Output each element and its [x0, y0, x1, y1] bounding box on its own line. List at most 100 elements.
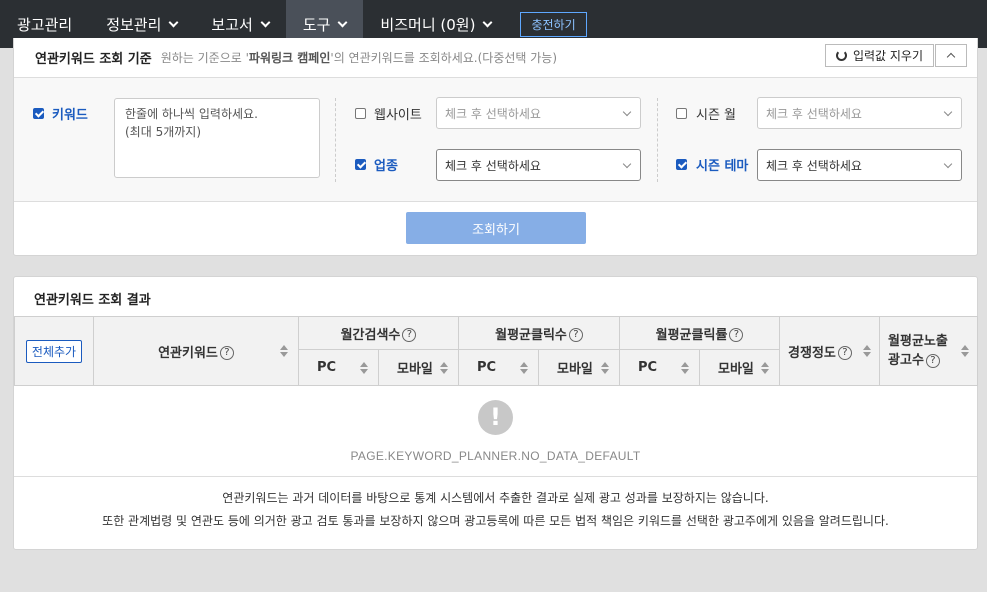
sort-icon[interactable]	[360, 361, 368, 375]
help-icon[interactable]: ?	[837, 346, 852, 360]
notice-line: 연관키워드는 과거 데이터를 바탕으로 통계 시스템에서 추출한 결과로 실제 …	[222, 491, 769, 505]
keyword-textarea[interactable]: 한줄에 하나씩 입력하세요. (최대 5개까지)	[114, 98, 320, 178]
select-placeholder: 체크 후 선택하세요	[766, 106, 862, 121]
chevron-down-icon	[622, 107, 632, 117]
keyword-checkbox[interactable]	[33, 108, 44, 119]
chevron-down-icon	[943, 107, 953, 117]
col-competition[interactable]: 경쟁정도?	[779, 316, 881, 386]
col-monthly-search: 월간검색수?	[298, 316, 459, 350]
chevron-down-icon	[943, 159, 953, 169]
search-button[interactable]: 조회하기	[406, 212, 586, 244]
select-placeholder: 체크 후 선택하세요	[445, 106, 541, 121]
website-label: 웹사이트	[374, 108, 422, 123]
industry-label: 업종	[374, 159, 398, 174]
select-placeholder: 체크 후 선택하세요	[766, 158, 862, 173]
col-search-mobile[interactable]: 모바일	[378, 349, 459, 386]
help-icon[interactable]: ?	[729, 328, 744, 342]
col-avg-ctr: 월평균클릭률?	[619, 316, 781, 350]
col-ctr-pc[interactable]: PC	[619, 349, 701, 386]
col-avg-clicks: 월평균클릭수?	[457, 316, 621, 350]
chevron-down-icon	[168, 17, 179, 27]
criteria-header: 연관키워드 조회 기준 원하는 기준으로 '파워링크 캠페인'의 연관키워드를 …	[14, 38, 977, 78]
help-icon[interactable]: ?	[219, 346, 234, 360]
industry-checkbox[interactable]	[355, 159, 366, 170]
col-label: PC	[477, 360, 497, 375]
chevron-up-icon	[946, 52, 956, 62]
col-label: 모바일	[557, 362, 593, 377]
help-icon[interactable]: ?	[568, 328, 583, 342]
season-month-checkbox[interactable]	[676, 108, 687, 119]
notice-line: 또한 관계법령 및 연관도 등에 의거한 광고 검토 통과를 보장하지 않으며 …	[102, 514, 889, 528]
criteria-description: 원하는 기준으로 '파워링크 캠페인'의 연관키워드를 조회하세요.(다중선택 …	[161, 49, 557, 66]
col-label: PC	[638, 360, 658, 375]
filter-area: 키워드 한줄에 하나씩 입력하세요. (최대 5개까지) 웹사이트 체크 후 선…	[14, 78, 977, 202]
sort-icon[interactable]	[761, 361, 770, 375]
criteria-panel: 연관키워드 조회 기준 원하는 기준으로 '파워링크 캠페인'의 연관키워드를 …	[13, 38, 978, 256]
nav-label: 도구	[302, 15, 331, 34]
col-label-line2: 광고수	[888, 353, 924, 368]
sort-icon[interactable]	[280, 344, 288, 358]
col-label: 월간검색수	[340, 327, 401, 343]
nav-label: 비즈머니 (0원)	[380, 15, 476, 34]
select-placeholder: 체크 후 선택하세요	[445, 158, 541, 173]
results-table: 전체추가 연관키워드? 월간검색수? 월평균클릭수? 월평균클릭률? 경쟁정도?…	[14, 316, 979, 386]
chevron-down-icon	[337, 17, 348, 27]
sort-icon[interactable]	[961, 344, 970, 358]
add-all-header: 전체추가	[14, 316, 94, 386]
website-select[interactable]: 체크 후 선택하세요	[436, 97, 641, 129]
criteria-title: 연관키워드 조회 기준	[35, 52, 152, 67]
season-month-label: 시즌 월	[696, 108, 737, 123]
nav-label: 보고서	[211, 15, 253, 34]
chevron-down-icon	[622, 159, 632, 169]
col-label: 월평균클릭수	[495, 327, 567, 343]
sort-icon[interactable]	[440, 361, 448, 375]
chevron-down-icon	[260, 17, 271, 27]
col-label: 연관키워드	[158, 345, 218, 361]
charge-button[interactable]: 충전하기	[520, 11, 587, 37]
col-keyword[interactable]: 연관키워드?	[93, 316, 299, 386]
reset-label: 입력값 지우기	[852, 49, 923, 63]
keyword-label: 키워드	[52, 108, 88, 123]
sort-icon[interactable]	[863, 344, 872, 358]
season-month-select[interactable]: 체크 후 선택하세요	[757, 97, 962, 129]
results-title: 연관키워드 조회 결과	[34, 293, 151, 308]
help-icon[interactable]: ?	[925, 353, 940, 368]
add-all-button[interactable]: 전체추가	[25, 339, 83, 363]
season-theme-label: 시즌 테마	[696, 159, 749, 174]
nav-label: 정보관리	[106, 15, 162, 34]
season-theme-select[interactable]: 체크 후 선택하세요	[757, 149, 962, 181]
col-search-pc[interactable]: PC	[298, 349, 379, 386]
col-ctr-mobile[interactable]: 모바일	[699, 349, 781, 386]
chevron-down-icon	[483, 17, 493, 27]
sort-icon[interactable]	[681, 361, 690, 375]
col-label: 경쟁정도	[788, 345, 836, 361]
nav-label: 광고관리	[17, 15, 73, 34]
desc-suffix: '의 연관키워드를 조회하세요.(다중선택 가능)	[330, 51, 558, 65]
col-label: 모바일	[718, 362, 754, 377]
no-data-text: PAGE.KEYWORD_PLANNER.NO_DATA_DEFAULT	[350, 449, 641, 463]
col-label-line1: 월평균노출	[888, 334, 948, 349]
sort-icon[interactable]	[520, 361, 528, 375]
website-checkbox[interactable]	[355, 108, 366, 119]
results-panel: 연관키워드 조회 결과 전체추가 연관키워드? 월간검색수? 월평균클릭수? 월…	[13, 276, 979, 550]
collapse-button[interactable]	[935, 44, 967, 67]
col-clicks-mobile[interactable]: 모바일	[537, 349, 621, 386]
col-label: 모바일	[397, 362, 433, 377]
refresh-icon	[835, 50, 847, 61]
alert-icon: !	[478, 400, 513, 435]
sort-icon[interactable]	[601, 361, 610, 375]
disclaimer-notice: 연관키워드는 과거 데이터를 바탕으로 통계 시스템에서 추출한 결과로 실제 …	[14, 487, 977, 533]
help-icon[interactable]: ?	[402, 328, 417, 342]
industry-select[interactable]: 체크 후 선택하세요	[436, 149, 641, 181]
col-clicks-pc[interactable]: PC	[458, 349, 539, 386]
divider	[657, 98, 658, 182]
divider	[335, 98, 336, 182]
desc-campaign-type: 파워링크 캠페인	[248, 51, 331, 65]
reset-inputs-button[interactable]: 입력값 지우기	[824, 44, 934, 67]
col-label: PC	[317, 360, 337, 375]
desc-prefix: 원하는 기준으로 '	[160, 51, 249, 65]
col-avg-ads[interactable]: 월평균노출 광고수?	[879, 316, 979, 386]
no-data-area: ! PAGE.KEYWORD_PLANNER.NO_DATA_DEFAULT	[14, 386, 977, 477]
season-theme-checkbox[interactable]	[676, 159, 687, 170]
col-label: 월평균클릭률	[655, 327, 728, 343]
